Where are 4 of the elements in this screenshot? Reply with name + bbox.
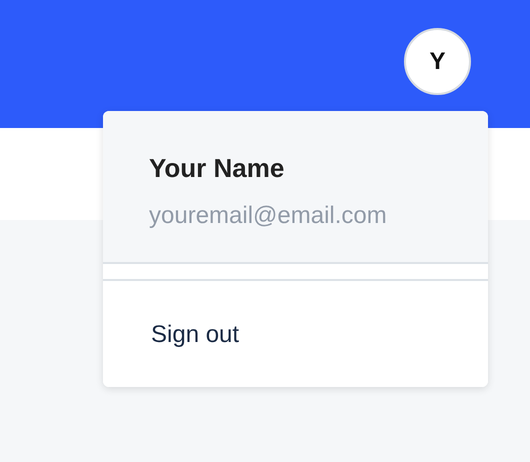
menu-item[interactable]: Sign out [103,281,488,387]
avatar[interactable]: Y [404,28,471,95]
user-name: Your Name [149,152,286,185]
user-email: youremail@email.com [149,201,388,231]
